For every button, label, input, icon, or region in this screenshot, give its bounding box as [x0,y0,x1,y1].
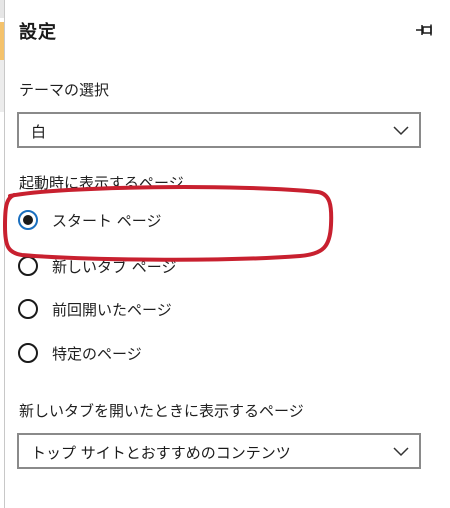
panel-header: 設定 [5,0,450,62]
radio-option-start-page[interactable]: スタート ページ [18,207,161,233]
startup-label: 起動時に表示するページ [19,174,184,192]
radio-option-new-tab-page[interactable]: 新しいタブ ページ [18,253,176,279]
radio-unselected[interactable] [18,299,38,319]
radio-selected[interactable] [18,210,38,230]
radio-option-label: スタート ページ [52,211,162,230]
radio-option-label: 新しいタブ ページ [52,257,177,276]
radio-option-label: 前回開いたページ [52,300,172,319]
settings-page: 設定 テーマの選択 白 起動時に表示するページ スタート ページ 新しいタブ ペ… [0,0,450,508]
radio-unselected[interactable] [18,256,38,276]
newtab-label: 新しいタブを開いたときに表示するページ [19,402,304,420]
radio-option-label: 特定のページ [52,344,142,363]
radio-option-previous-pages[interactable]: 前回開いたページ [18,296,172,322]
theme-label: テーマの選択 [19,81,110,99]
panel-border [4,0,5,508]
newtab-select[interactable]: トップ サイトとおすすめのコンテンツ [17,433,421,469]
chevron-down-icon [393,126,409,136]
theme-select-value: 白 [31,123,47,141]
pin-button[interactable] [414,20,438,40]
radio-option-specific-pages[interactable]: 特定のページ [18,340,142,366]
theme-select[interactable]: 白 [17,112,421,148]
panel-title: 設定 [19,22,57,43]
radio-unselected[interactable] [18,343,38,363]
pin-icon [416,24,432,36]
chevron-down-icon [393,447,409,457]
newtab-select-value: トップ サイトとおすすめのコンテンツ [31,444,291,462]
